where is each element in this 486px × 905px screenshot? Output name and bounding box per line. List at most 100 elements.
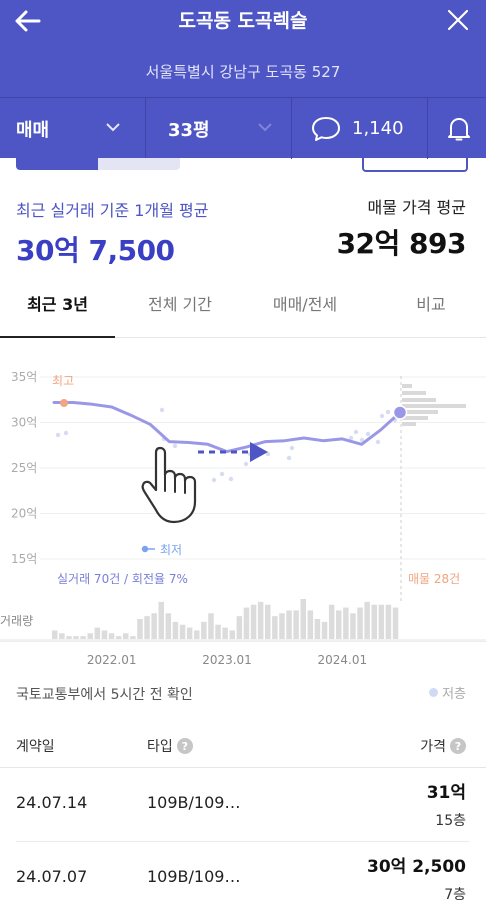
chevron-down-icon [258, 123, 272, 132]
help-icon[interactable]: ? [450, 738, 466, 754]
period-tabs: 최근 3년 전체 기간 매매/전세 비교 [0, 282, 486, 338]
listing-average-label: 매물 가격 평균 [367, 198, 467, 217]
volume-bar [307, 610, 314, 639]
arrow-head-icon [250, 442, 268, 462]
help-icon[interactable]: ? [176, 738, 193, 754]
tab-sale-jeonse[interactable]: 매매/전세 [250, 282, 360, 338]
volume-bars [52, 599, 399, 639]
speech-bubble-icon [312, 116, 340, 141]
volume-bar [250, 604, 257, 639]
volume-bar [52, 630, 58, 639]
listing-bar [402, 391, 426, 395]
partial-button[interactable] [362, 158, 468, 172]
header-date: 계약일 [16, 739, 55, 755]
volume-bar [94, 627, 101, 639]
volume-bar [229, 630, 235, 639]
volume-bar [392, 607, 399, 639]
close-icon[interactable] [446, 8, 470, 32]
recent-average-label: 최근 실거래 기준 1개월 평균 [16, 201, 209, 220]
x-tick-label: 2024.01 [318, 653, 368, 667]
progress-bar [16, 158, 180, 170]
volume-bar [101, 630, 108, 639]
size-label: 33평 [168, 119, 210, 141]
volume-bar [108, 633, 115, 639]
source-note: 국토교통부에서 5시간 전 확인 [16, 687, 193, 703]
comments-button[interactable]: 1,140 [310, 98, 420, 159]
volume-bar [336, 610, 342, 639]
volume-bar [123, 633, 129, 639]
y-tick-label: 20억 [11, 507, 37, 521]
volume-bar [80, 636, 86, 639]
volume-bar [314, 619, 321, 639]
x-tick-label: 2022.01 [87, 653, 137, 667]
volume-bar [385, 604, 392, 639]
row-price: 31억 [426, 783, 466, 803]
volume-bar [357, 607, 363, 639]
app-header: 도곡동 도곡렉슬 서울특별시 강남구 도곡동 527 매매 33평 1,140 [0, 0, 486, 159]
volume-bar [66, 636, 72, 639]
page-title: 도곡동 도곡렉슬 [178, 10, 308, 32]
tab-compare[interactable]: 비교 [386, 282, 476, 338]
row-price: 30억 2,500 [367, 857, 466, 877]
volume-bar [130, 636, 136, 639]
x-tick-label: 2023.01 [202, 653, 252, 667]
notification-button[interactable] [446, 98, 476, 159]
hand-pointer-icon [141, 446, 197, 524]
transaction-dot [63, 430, 69, 436]
y-tick-label: 30억 [11, 416, 37, 430]
volume-bar [144, 616, 150, 639]
row-type: 109B/109… [147, 793, 241, 812]
volume-bar [158, 601, 164, 639]
volume-bar [350, 613, 356, 639]
size-select[interactable]: 33평 [168, 98, 278, 159]
volume-bar [265, 604, 271, 639]
transaction-dot [159, 407, 165, 413]
transaction-dot [379, 413, 385, 419]
row-floor: 15층 [435, 813, 466, 829]
table-header: 계약일 타입? 가격? [0, 730, 486, 768]
volume-bar [137, 619, 143, 639]
filter-bar: 매매 33평 1,140 [0, 97, 486, 159]
volume-bar [378, 604, 385, 639]
transaction-dots [55, 407, 398, 483]
address-text: 서울특별시 강남구 도곡동 527 [145, 63, 341, 81]
header-type: 타입? [147, 736, 193, 756]
transaction-dot [365, 431, 371, 437]
volume-bar [208, 613, 214, 639]
deal-type-select[interactable]: 매매 [16, 98, 126, 159]
transaction-dot [55, 432, 61, 438]
transaction-dot [289, 445, 295, 451]
tab-recent-3y[interactable]: 최근 3년 [0, 282, 115, 338]
listing-bar [402, 422, 416, 426]
tab-all-period[interactable]: 전체 기간 [125, 282, 235, 338]
volume-bar [286, 610, 292, 639]
low-floor-legend: 저층 [429, 683, 466, 702]
volume-label: 거래량 [0, 614, 33, 628]
y-tick-label: 35억 [11, 370, 37, 384]
volume-bar [73, 636, 79, 639]
header-price: 가격? [420, 736, 466, 756]
table-row[interactable]: 24.07.07 109B/109… 30억 2,500 7층 [16, 842, 470, 905]
transaction-dot [375, 439, 381, 445]
transaction-dot [243, 461, 249, 467]
y-tick-label: 15억 [11, 552, 37, 566]
transaction-dot [286, 455, 292, 461]
price-line [52, 401, 402, 454]
table-row[interactable]: 24.07.14 109B/109… 31억 15층 [16, 768, 470, 842]
max-dot [60, 399, 68, 407]
transaction-dot [219, 471, 225, 477]
low-floor-dot [429, 688, 439, 697]
listing-bar [402, 404, 466, 408]
transaction-dot [228, 476, 234, 482]
x-axis-labels: 2022.01 2023.01 2024.01 [87, 653, 367, 667]
listing-bar [402, 384, 412, 388]
listing-bar [402, 410, 438, 414]
volume-bar [243, 607, 250, 639]
row-floor: 7층 [444, 887, 466, 903]
price-chart[interactable]: 35억 30억 25억 20억 15억 최고 최저 실거래 70건 / 회전율 7% 매… [0, 346, 486, 676]
min-label: 최저 [160, 543, 182, 557]
volume-bar [321, 621, 328, 639]
transaction-dot [211, 477, 217, 483]
comment-count: 1,140 [352, 118, 404, 139]
max-label: 최고 [52, 374, 74, 388]
